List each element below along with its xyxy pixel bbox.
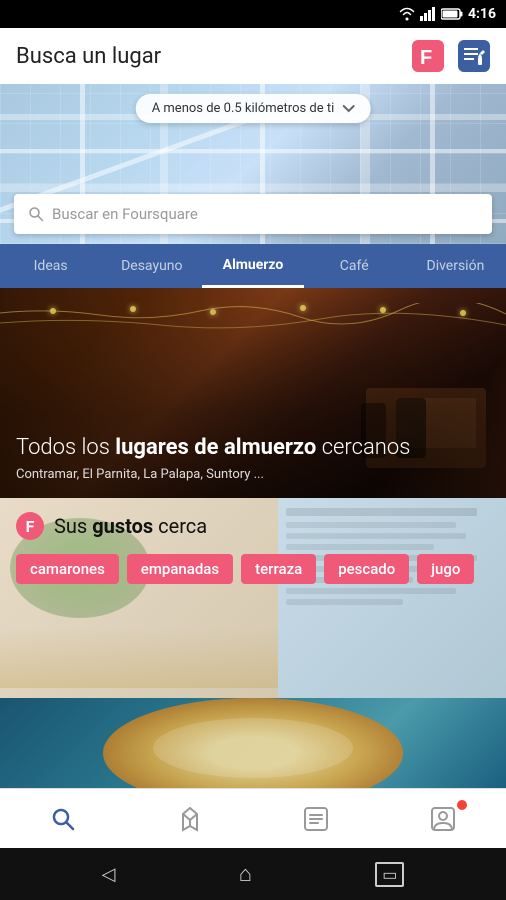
- status-icons: 4:16: [399, 6, 496, 22]
- foursquare-f-icon: F: [16, 512, 44, 540]
- signal-icon: [420, 7, 436, 21]
- tab-ideas[interactable]: Ideas: [0, 244, 101, 288]
- profile-notification-badge: [457, 800, 467, 810]
- search-nav-icon: [50, 806, 76, 832]
- nearby-card-title: Todos los lugares de almuerzo cercanos: [16, 435, 490, 461]
- tastes-card[interactable]: F Sus gustos cerca camarones empanadas t…: [0, 498, 506, 698]
- nav-checkin[interactable]: [160, 794, 220, 844]
- chevron-down-icon: [342, 105, 354, 113]
- category-tabs: Ideas Desayuno Almuerzo Café Diversión: [0, 244, 506, 288]
- profile-icon: [430, 806, 456, 832]
- android-home-button[interactable]: ⌂: [239, 861, 252, 887]
- svg-text:F: F: [420, 47, 432, 69]
- tab-desayuno[interactable]: Desayuno: [101, 244, 202, 288]
- location-filter-pill[interactable]: A menos de 0.5 kilómetros de ti: [136, 94, 371, 123]
- bottom-navigation: [0, 788, 506, 848]
- page-title: Busca un lugar: [16, 44, 161, 69]
- edit-list-icon[interactable]: [458, 40, 490, 72]
- tastes-content: F Sus gustos cerca camarones empanadas t…: [0, 498, 506, 698]
- header-icons: F: [412, 40, 490, 72]
- card-content: Todos los lugares de almuerzo cercanos C…: [0, 419, 506, 498]
- search-icon: [28, 206, 44, 222]
- battery-icon: [441, 8, 463, 20]
- status-time: 4:16: [468, 6, 496, 22]
- tab-diversion[interactable]: Diversión: [405, 244, 506, 288]
- tastes-title: Sus gustos cerca: [54, 514, 207, 538]
- tab-almuerzo[interactable]: Almuerzo: [202, 244, 303, 288]
- status-bar: 4:16: [0, 0, 506, 28]
- location-text: A menos de 0.5 kilómetros de ti: [152, 101, 335, 116]
- tag-camarones[interactable]: camarones: [16, 554, 119, 584]
- top-header: Busca un lugar F: [0, 28, 506, 84]
- tag-pescado[interactable]: pescado: [324, 554, 409, 584]
- checkin-icon: [179, 806, 201, 832]
- tags-container: camarones empanadas terraza pescado jugo: [16, 554, 490, 584]
- bottom-preview-card[interactable]: [0, 698, 506, 788]
- tag-jugo[interactable]: jugo: [417, 554, 474, 584]
- search-placeholder: Buscar en Foursquare: [52, 205, 198, 223]
- list-icon: [303, 806, 329, 832]
- nav-search[interactable]: [33, 794, 93, 844]
- nav-profile[interactable]: [413, 794, 473, 844]
- android-nav-bar: ◁ ⌂ ▭: [0, 848, 506, 900]
- tastes-header: F Sus gustos cerca: [16, 512, 490, 540]
- nav-list[interactable]: [286, 794, 346, 844]
- android-back-button[interactable]: ◁: [102, 864, 116, 885]
- map-search-bar[interactable]: Buscar en Foursquare: [14, 194, 492, 234]
- foursquare-logo-icon[interactable]: F: [412, 40, 444, 72]
- android-recents-button[interactable]: ▭: [375, 862, 404, 887]
- tag-terraza[interactable]: terraza: [241, 554, 316, 584]
- nearby-places-card[interactable]: Todos los lugares de almuerzo cercanos C…: [0, 288, 506, 498]
- wifi-icon: [399, 7, 415, 21]
- nearby-card-subtitle: Contramar, El Parnita, La Palapa, Suntor…: [16, 467, 490, 482]
- tag-empanadas[interactable]: empanadas: [127, 554, 233, 584]
- map-area: A menos de 0.5 kilómetros de ti Buscar e…: [0, 84, 506, 244]
- tab-cafe[interactable]: Café: [304, 244, 405, 288]
